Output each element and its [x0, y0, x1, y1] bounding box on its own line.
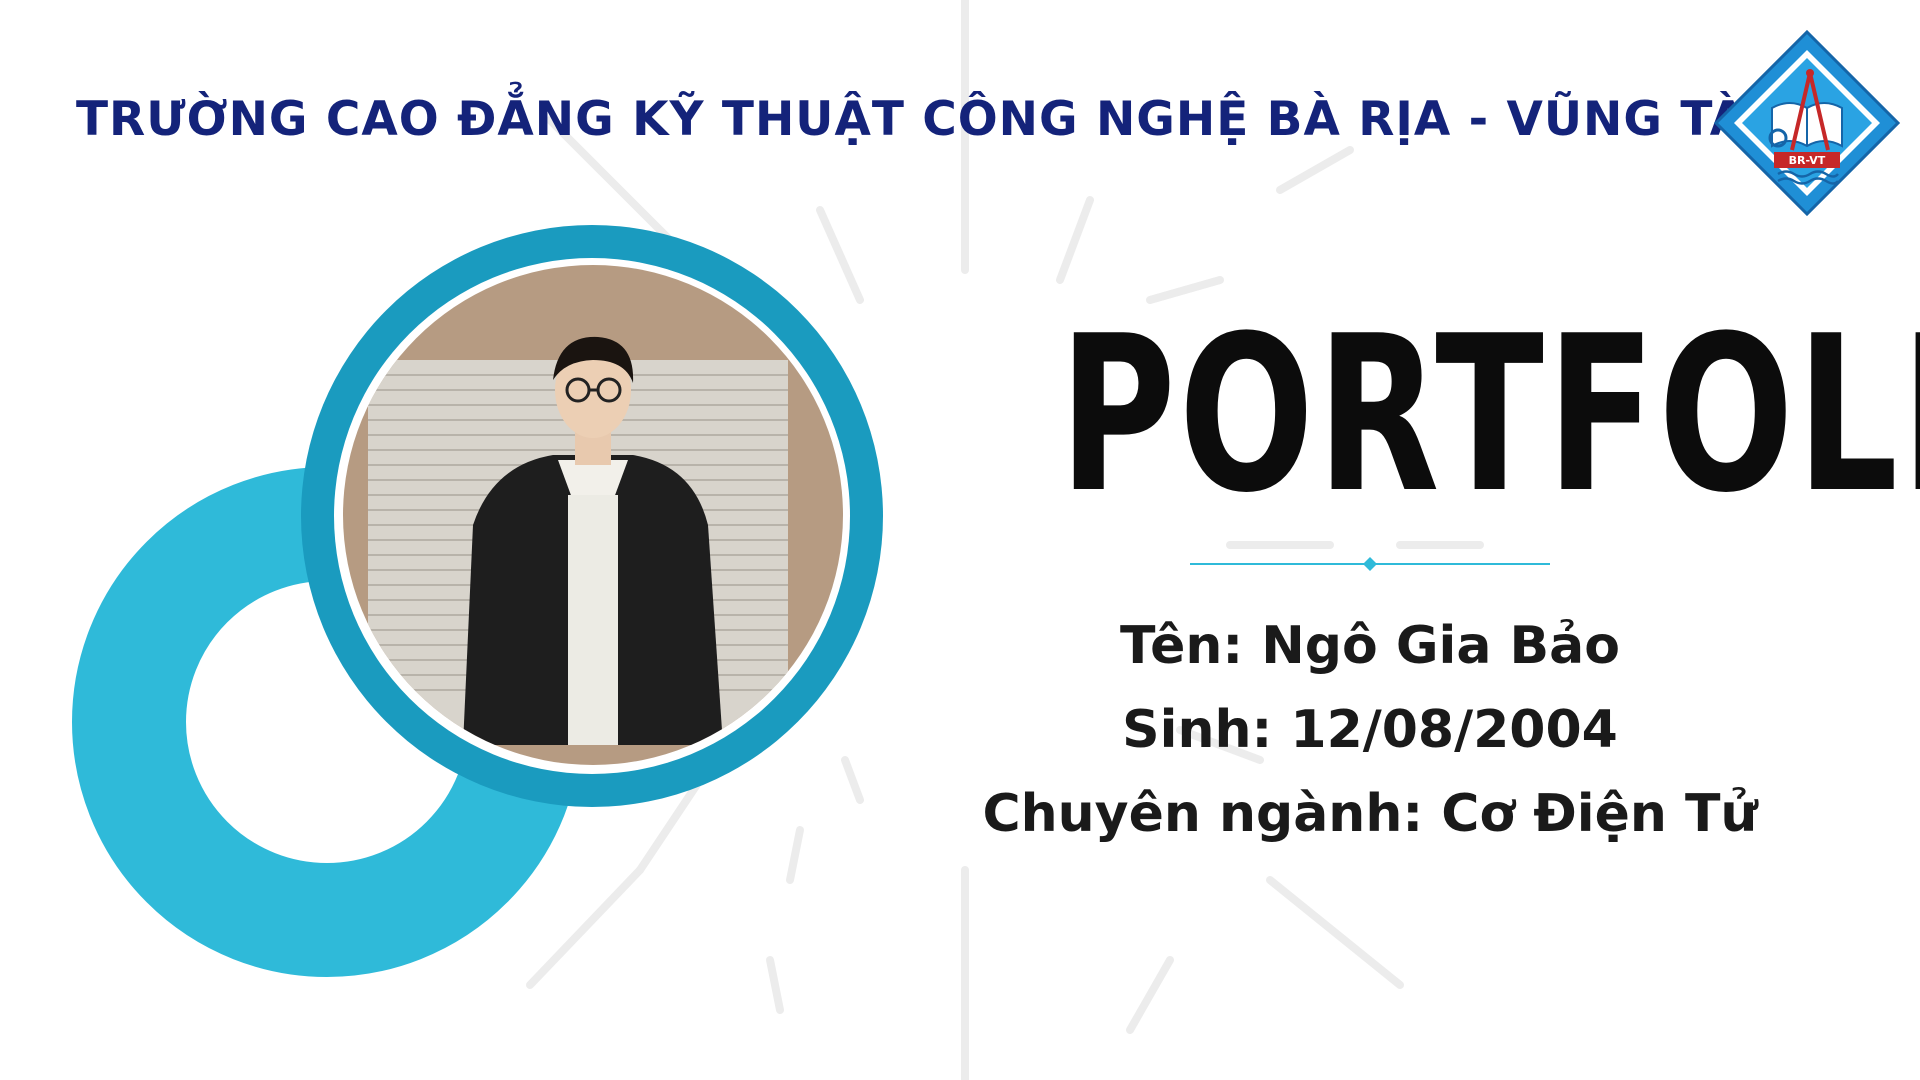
decorative-rings [72, 225, 883, 977]
portfolio-slide: TRƯỜNG CAO ĐẲNG KỸ THUẬT CÔNG NGHỆ BÀ RỊ… [0, 0, 1920, 1080]
title-divider [1190, 557, 1550, 571]
student-major: Chuyên ngành: Cơ Điện Tử [982, 784, 1758, 844]
portfolio-title: PORTFOLIO [1059, 289, 1920, 540]
student-birthdate: Sinh: 12/08/2004 [1122, 700, 1618, 760]
student-name: Tên: Ngô Gia Bảo [1120, 616, 1620, 676]
student-photo [343, 265, 843, 765]
